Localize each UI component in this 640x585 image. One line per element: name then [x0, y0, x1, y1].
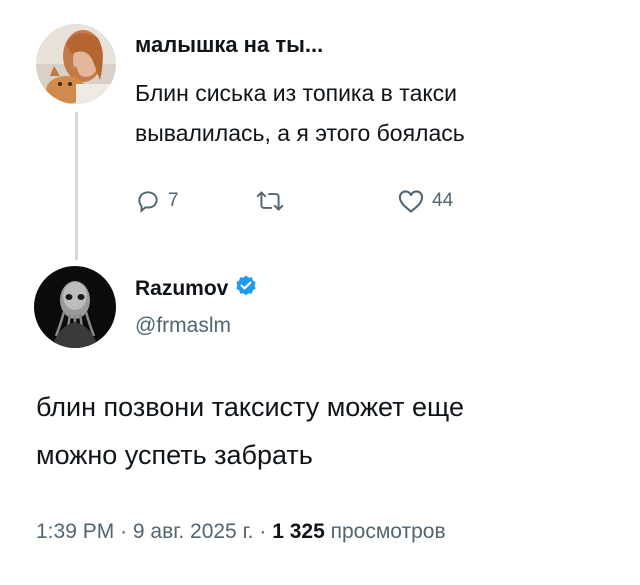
reply-author-name: Razumov — [135, 277, 229, 300]
meta-separator: · — [259, 520, 267, 543]
views-label: просмотров — [330, 520, 446, 543]
original-text-line: вывалилась, а я этого боялась — [135, 120, 465, 146]
tweet-time[interactable]: 1:39 PM — [36, 520, 114, 543]
retweet-button[interactable] — [255, 188, 285, 214]
tweet-date[interactable]: 9 авг. 2025 г. — [133, 520, 254, 543]
heart-icon — [397, 188, 425, 214]
tweet-actions-bar: 7 44 — [135, 188, 495, 218]
original-tweet-text: Блин сиська из топика в такси вывалилась… — [135, 73, 605, 153]
reply-text-line: блин позвони таксисту может еще — [36, 392, 464, 422]
thread-connector-line — [75, 112, 78, 260]
retweet-icon — [255, 188, 285, 214]
meta-separator: · — [120, 520, 128, 543]
like-count: 44 — [432, 190, 454, 211]
reply-author-handle[interactable]: @frmaslm — [135, 314, 231, 338]
avatar[interactable] — [34, 266, 116, 348]
views-count: 1 325 — [272, 520, 325, 543]
reply-text-line: можно успеть забрать — [36, 440, 313, 470]
like-button[interactable]: 44 — [397, 188, 453, 214]
original-author-name[interactable]: малышка на ты... — [135, 32, 323, 58]
reply-icon — [135, 188, 161, 214]
original-text-line: Блин сиська из топика в такси — [135, 80, 458, 106]
reply-author[interactable]: Razumov — [135, 274, 258, 304]
reply-button[interactable]: 7 — [135, 188, 179, 214]
avatar[interactable] — [36, 24, 116, 104]
reply-tweet-text: блин позвони таксисту может еще можно ус… — [36, 383, 616, 479]
reply-count: 7 — [168, 190, 179, 211]
verified-badge-icon — [234, 274, 258, 304]
tweet-metadata: 1:39 PM · 9 авг. 2025 г. · 1 325 просмот… — [36, 520, 446, 544]
